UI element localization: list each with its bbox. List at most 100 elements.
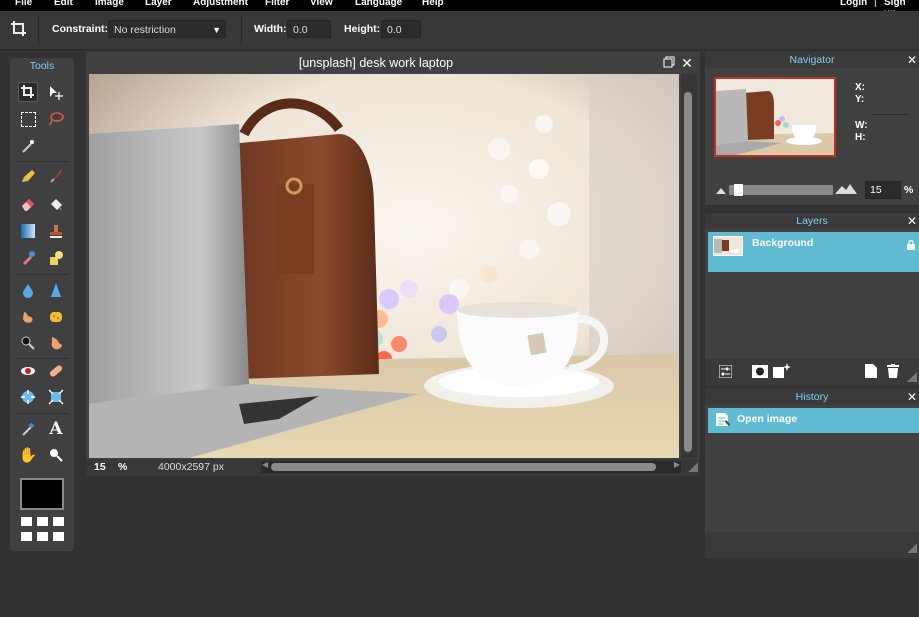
photo-desk-laptop [89, 74, 679, 458]
history-footer [705, 532, 919, 558]
options-bar: Constraint: No restriction ▼ Width: 0.0 … [0, 11, 919, 50]
paint-bucket-icon[interactable] [46, 194, 66, 214]
bloat-tool-icon[interactable] [18, 387, 38, 407]
scroll-right-icon[interactable]: ▶ [674, 460, 680, 469]
foreground-color-swatch[interactable] [20, 478, 64, 510]
close-icon[interactable]: ✕ [907, 213, 917, 229]
sharpen-tool-icon[interactable] [46, 280, 66, 300]
nav-zoom-unit: % [904, 184, 914, 196]
signup-link[interactable]: Sign up [884, 0, 919, 11]
vertical-scroll-thumb[interactable] [684, 92, 692, 452]
color-replace-icon[interactable] [18, 248, 38, 268]
layers-toolbar [705, 359, 919, 385]
grid-button[interactable] [21, 517, 32, 526]
constraint-select[interactable]: No restriction ▼ [108, 20, 226, 38]
resize-grip-icon[interactable] [907, 543, 917, 553]
layer-mask-icon[interactable] [752, 365, 768, 381]
move-tool-icon[interactable] [46, 83, 66, 103]
horizontal-scrollbar[interactable]: ◀ ▶ [261, 460, 681, 473]
login-link[interactable]: Login [840, 0, 867, 8]
nav-zoom-input[interactable]: 15 [865, 181, 901, 199]
pencil-icon[interactable] [18, 166, 38, 186]
navigator-title: Navigator [705, 52, 919, 68]
menu-language[interactable]: Language [355, 0, 402, 8]
chevron-down-icon: ▼ [212, 25, 221, 35]
nav-h-label: H: [855, 132, 866, 143]
menu-image[interactable]: Image [95, 0, 124, 8]
zoom-unit: % [118, 461, 128, 473]
close-icon[interactable]: ✕ [907, 389, 917, 405]
zoom-slider-knob[interactable] [734, 184, 743, 196]
zoom-value[interactable]: 15 [94, 461, 106, 473]
layer-row[interactable]: Background [708, 232, 919, 272]
lasso-tool-icon[interactable] [46, 109, 66, 129]
layers-title: Layers [705, 213, 919, 229]
menu-edit[interactable]: Edit [54, 0, 73, 8]
horizontal-scroll-thumb[interactable] [271, 463, 656, 471]
crop-tool-icon[interactable] [18, 82, 38, 102]
layers-panel: Layers ✕ Background [705, 213, 919, 385]
layer-settings-icon[interactable] [718, 364, 733, 381]
width-label: Width: [254, 23, 287, 35]
layer-thumbnail [713, 236, 743, 256]
document-title: [unsplash] desk work laptop [298, 56, 454, 70]
navigator-panel: Navigator ✕ X: Y: W: H: 15 % [705, 52, 919, 205]
menu-file[interactable]: File [15, 0, 32, 8]
menu-separator: | [874, 0, 877, 8]
tools-title: Tools [29, 60, 55, 72]
dodge-tool-icon[interactable] [18, 333, 38, 353]
grid-button[interactable] [53, 517, 64, 526]
eraser-icon[interactable] [18, 194, 38, 214]
gradient-tool-icon[interactable] [18, 221, 38, 241]
vertical-scrollbar[interactable] [681, 74, 697, 458]
smudge-tool-icon[interactable] [18, 307, 38, 327]
delete-layer-icon[interactable] [887, 364, 899, 381]
zoom-out-icon[interactable] [716, 185, 726, 197]
marquee-tool-icon[interactable] [18, 109, 38, 129]
shape-tool-icon[interactable] [46, 248, 66, 268]
menu-layer[interactable]: Layer [145, 0, 172, 8]
menu-help[interactable]: Help [422, 0, 444, 8]
height-input[interactable]: 0.0 [381, 20, 421, 38]
clone-stamp-icon[interactable] [46, 221, 66, 241]
resize-grip-icon[interactable] [688, 462, 698, 472]
brush-icon[interactable] [46, 166, 66, 186]
navigator-thumbnail[interactable] [714, 77, 836, 157]
sponge-tool-icon[interactable] [46, 307, 66, 327]
constraint-label: Constraint: [52, 23, 108, 35]
grid-button[interactable] [21, 532, 32, 541]
grid-button[interactable] [53, 532, 64, 541]
lock-icon[interactable] [907, 239, 915, 253]
color-picker-icon[interactable] [18, 419, 38, 439]
grid-button[interactable] [37, 532, 48, 541]
menu-filter[interactable]: Filter [265, 0, 289, 8]
resize-grip-icon[interactable] [907, 372, 917, 382]
layer-effects-icon[interactable] [773, 363, 791, 381]
close-icon[interactable]: ✕ [680, 56, 694, 70]
menu-adjustment[interactable]: Adjustment [193, 0, 248, 8]
zoom-tool-icon[interactable] [46, 445, 66, 465]
history-item-name: Open image [737, 413, 798, 425]
close-icon[interactable]: ✕ [907, 52, 917, 68]
red-eye-tool-icon[interactable] [18, 361, 38, 381]
scroll-left-icon[interactable]: ◀ [262, 460, 268, 469]
pinch-tool-icon[interactable] [46, 387, 66, 407]
history-row[interactable]: Open image [708, 408, 919, 433]
image-canvas[interactable] [89, 74, 679, 458]
zoom-in-icon[interactable] [835, 182, 857, 197]
maximize-icon[interactable] [662, 56, 676, 70]
spot-heal-icon[interactable] [46, 361, 66, 381]
magic-wand-icon[interactable] [18, 136, 38, 156]
type-tool-icon[interactable]: A [46, 419, 66, 439]
zoom-slider[interactable] [729, 184, 833, 196]
new-layer-icon[interactable] [865, 364, 877, 381]
menu-view[interactable]: View [310, 0, 333, 8]
blur-tool-icon[interactable] [18, 280, 38, 300]
burn-tool-icon[interactable] [46, 333, 66, 353]
hand-tool-icon[interactable]: ✋ [18, 445, 38, 465]
constraint-value: No restriction [114, 24, 176, 36]
width-input[interactable]: 0.0 [287, 20, 331, 38]
document-window: [unsplash] desk work laptop ✕ 15 % 4000x… [86, 52, 700, 476]
nav-x-label: X: [855, 82, 865, 93]
grid-button[interactable] [37, 517, 48, 526]
